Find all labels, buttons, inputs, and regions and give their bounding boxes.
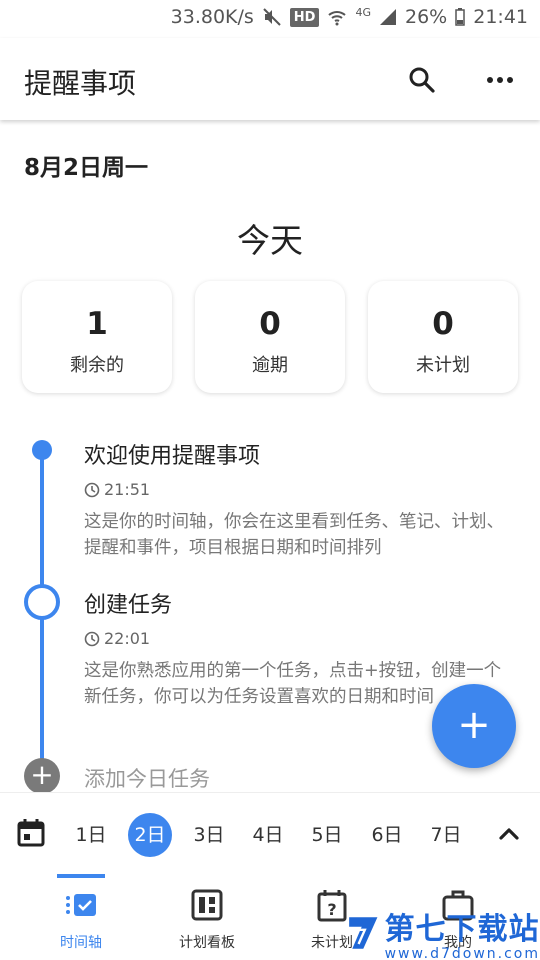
battery-icon bbox=[455, 8, 465, 26]
timeline-item-time-row: 22:01 bbox=[84, 629, 514, 648]
watermark-logo-icon bbox=[349, 917, 378, 949]
timeline-ring bbox=[24, 584, 60, 620]
clock: 21:41 bbox=[473, 6, 528, 28]
board-icon bbox=[190, 888, 224, 922]
svg-text:?: ? bbox=[327, 900, 336, 919]
stat-count: 0 bbox=[432, 306, 454, 342]
add-task-icon[interactable]: + bbox=[24, 758, 60, 794]
collapse-button[interactable] bbox=[494, 819, 524, 849]
watermark: 第七下载站 www.d7down.com bbox=[346, 906, 540, 960]
network-type: 4G bbox=[355, 5, 371, 19]
day-item-4[interactable]: 4日 bbox=[245, 815, 291, 855]
stat-label: 剩余的 bbox=[70, 355, 124, 376]
stat-label: 未计划 bbox=[416, 355, 470, 376]
add-task-button[interactable]: 添加今日任务 bbox=[84, 763, 210, 793]
today-title: 今天 bbox=[237, 221, 303, 260]
more-horizontal-icon bbox=[487, 77, 513, 83]
timeline-line bbox=[40, 618, 44, 760]
search-button[interactable] bbox=[402, 60, 442, 100]
timeline-item-title: 欢迎使用提醒事项 bbox=[84, 444, 261, 469]
calendar-button[interactable] bbox=[16, 817, 48, 849]
stat-count: 0 bbox=[259, 306, 281, 342]
network-speed: 33.80K/s bbox=[170, 6, 254, 28]
day-item-7[interactable]: 7日 bbox=[423, 815, 469, 855]
timeline-item-time: 21:51 bbox=[104, 480, 151, 499]
watermark-title: 第七下载站 bbox=[384, 912, 540, 947]
battery-percent: 26% bbox=[405, 6, 448, 28]
timeline-item-welcome[interactable]: 欢迎使用提醒事项 21:51 这是你的时间轴，你会在这里看到任务、笔记、计划、提… bbox=[84, 438, 514, 561]
day-item-3[interactable]: 3日 bbox=[186, 815, 232, 855]
mute-icon bbox=[262, 7, 282, 27]
status-bar: 33.80K/s HD 4G 26% 21:41 bbox=[0, 0, 540, 38]
calendar-icon bbox=[17, 819, 45, 847]
stat-card-overdue[interactable]: 0 逾期 bbox=[195, 281, 345, 393]
timeline-item-time: 22:01 bbox=[104, 629, 151, 648]
timeline-check-icon bbox=[64, 888, 98, 922]
watermark-domain: www.d7down.com bbox=[384, 946, 540, 960]
date-header: 8月2日周一 bbox=[24, 155, 149, 181]
stat-count: 1 bbox=[86, 306, 108, 342]
clock-icon bbox=[84, 631, 100, 646]
wifi-icon bbox=[327, 7, 347, 27]
timeline-dot bbox=[32, 440, 52, 460]
nav-tab-board[interactable]: 计划看板 bbox=[157, 888, 257, 952]
search-icon bbox=[409, 67, 435, 93]
stats-cards: 1 剩余的 0 逾期 0 未计划 bbox=[22, 281, 518, 393]
hd-badge: HD bbox=[289, 7, 320, 27]
clock-icon bbox=[84, 482, 100, 497]
timeline-item-time-row: 21:51 bbox=[84, 480, 514, 499]
unplanned-calendar-icon: ? bbox=[315, 888, 349, 922]
stat-card-unplanned[interactable]: 0 未计划 bbox=[368, 281, 518, 393]
app-bar: 提醒事项 bbox=[0, 38, 540, 120]
day-item-5[interactable]: 5日 bbox=[304, 815, 350, 855]
app-title: 提醒事项 bbox=[24, 67, 137, 100]
stat-label: 逾期 bbox=[252, 355, 288, 376]
day-item-1[interactable]: 1日 bbox=[68, 815, 114, 855]
add-fab-button[interactable]: + bbox=[432, 684, 516, 768]
chevron-up-icon bbox=[499, 828, 519, 840]
more-button[interactable] bbox=[480, 60, 520, 100]
nav-active-indicator bbox=[57, 874, 105, 878]
nav-tab-timeline[interactable]: 时间轴 bbox=[31, 888, 131, 952]
nav-label: 计划看板 bbox=[179, 935, 235, 951]
nav-label: 时间轴 bbox=[60, 935, 102, 951]
stat-card-remaining[interactable]: 1 剩余的 bbox=[22, 281, 172, 393]
signal-icon bbox=[379, 8, 397, 26]
day-item-6[interactable]: 6日 bbox=[364, 815, 410, 855]
timeline-line bbox=[40, 458, 44, 588]
day-selector: 1日 2日 3日 4日 5日 6日 7日 bbox=[0, 792, 540, 874]
timeline-item-description: 这是你的时间轴，你会在这里看到任务、笔记、计划、提醒和事件，项目根据日期和时间排… bbox=[84, 512, 504, 558]
day-item-2[interactable]: 2日 bbox=[128, 813, 172, 857]
timeline-item-title: 创建任务 bbox=[84, 593, 173, 618]
